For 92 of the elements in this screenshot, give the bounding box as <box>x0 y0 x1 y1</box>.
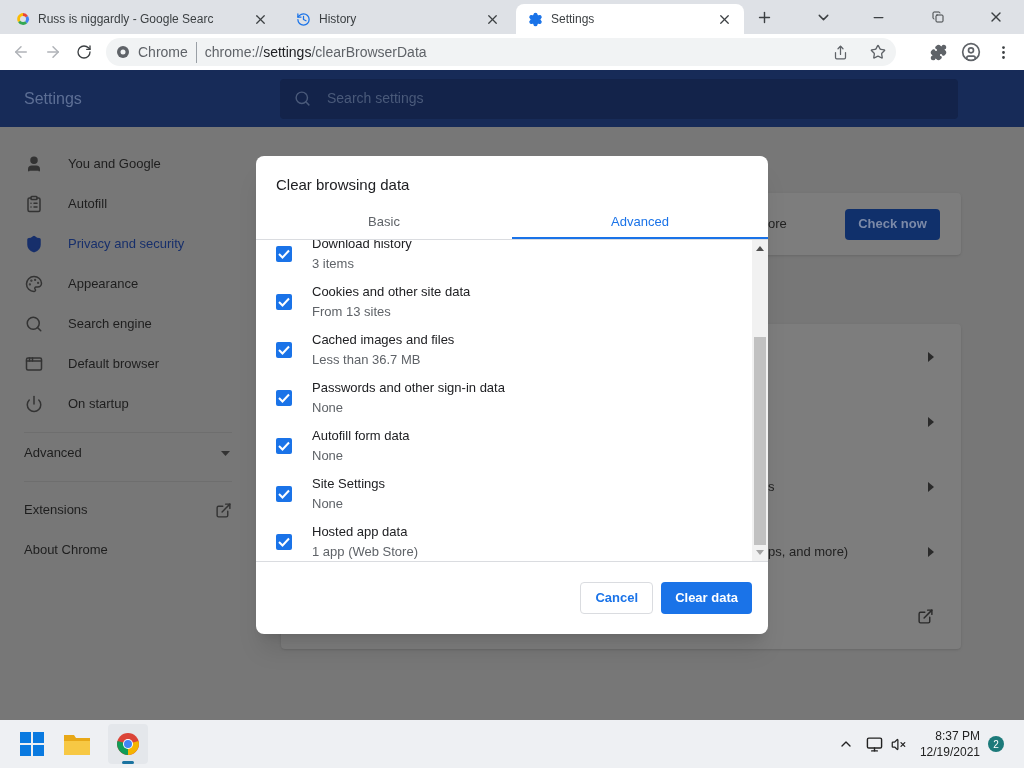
checkmark-icon <box>278 537 290 547</box>
search-icon <box>25 315 43 333</box>
active-app-indicator <box>122 761 134 764</box>
item-label: Cached images and files <box>312 331 455 349</box>
checkbox[interactable] <box>276 438 292 454</box>
person-icon <box>25 155 43 173</box>
sidebar-item[interactable]: Search engine <box>0 304 256 344</box>
volume-muted-icon[interactable] <box>890 736 906 752</box>
restore-icon[interactable] <box>932 11 944 23</box>
clipboard-icon <box>25 195 43 213</box>
checkmark-icon <box>278 297 290 307</box>
item-label: Site Settings <box>312 475 385 493</box>
caret-right-icon <box>928 351 934 362</box>
sidebar-item[interactable]: Autofill <box>0 184 256 224</box>
address-bar[interactable]: Chrome chrome://settings/clearBrowserData <box>106 38 896 66</box>
clock[interactable]: 8:37 PM 12/19/2021 <box>919 728 980 760</box>
item-detail: None <box>312 447 345 465</box>
caret-right-icon <box>928 481 934 492</box>
extensions-icon[interactable] <box>930 43 947 61</box>
item-label: Cookies and other site data <box>312 283 471 301</box>
caret-right-icon <box>928 546 934 557</box>
settings-title: Settings <box>23 88 83 109</box>
item-detail: 3 items <box>312 255 355 273</box>
chrome-icon[interactable] <box>116 732 140 756</box>
scrollbar[interactable] <box>752 240 768 561</box>
chrome-site-icon <box>116 45 130 59</box>
browser-tab[interactable]: Settings <box>516 4 744 34</box>
sidebar-item[interactable]: Privacy and security <box>0 224 256 264</box>
checkbox[interactable] <box>276 534 292 550</box>
item-label: Autofill form data <box>312 427 410 445</box>
shield-icon <box>25 235 43 253</box>
url-text: chrome://settings/clearBrowserData <box>204 42 427 62</box>
checkmark-icon <box>278 249 290 259</box>
dialog-tab[interactable]: Basic <box>256 206 512 239</box>
safety-check-text: ore <box>768 215 788 234</box>
checkmark-icon <box>278 393 290 403</box>
tab-title: History <box>319 11 358 28</box>
item-detail: None <box>312 495 345 513</box>
sidebar-item[interactable]: Appearance <box>0 264 256 304</box>
item-label: Hosted app data <box>312 523 409 541</box>
privacy-row-text: s <box>768 477 776 496</box>
item-detail: From 13 sites <box>312 303 392 321</box>
external-link-icon <box>215 501 232 519</box>
checkbox[interactable] <box>276 294 292 310</box>
privacy-row-text: ps, and more) <box>768 542 850 561</box>
checkmark-icon <box>278 441 290 451</box>
notification-count[interactable]: 2 <box>988 736 1004 752</box>
history-icon <box>296 11 311 27</box>
settings-icon <box>528 11 543 27</box>
sidebar-item[interactable]: Default browser <box>0 344 256 384</box>
advanced-toggle[interactable]: Advanced <box>0 433 256 473</box>
sidebar-item[interactable]: On startup <box>0 384 256 424</box>
checkbox[interactable] <box>276 390 292 406</box>
caret-icon <box>221 450 230 456</box>
windows-logo-icon[interactable] <box>20 732 44 756</box>
checkbox[interactable] <box>276 342 292 358</box>
site-label: Chrome <box>138 41 197 63</box>
clear-data-button[interactable]: Clear data <box>661 582 752 614</box>
item-detail: 1 app (Web Store) <box>312 543 418 561</box>
power-icon <box>25 395 43 413</box>
reload-icon[interactable] <box>76 44 92 60</box>
dialog-tab[interactable]: Advanced <box>512 206 768 239</box>
bookmark-star-icon[interactable] <box>870 44 886 60</box>
checkbox[interactable] <box>276 486 292 502</box>
item-label: Passwords and other sign-in data <box>312 379 505 397</box>
checkbox[interactable] <box>276 246 292 262</box>
cancel-button[interactable]: Cancel <box>580 582 654 614</box>
sidebar-link[interactable]: Extensions <box>0 490 256 530</box>
scroll-up-icon[interactable] <box>756 246 764 251</box>
network-icon[interactable] <box>865 735 883 753</box>
google-icon <box>16 12 30 26</box>
browser-window-icon <box>25 355 43 373</box>
sidebar-link[interactable]: About Chrome <box>0 530 256 570</box>
scroll-thumb[interactable] <box>754 337 766 545</box>
dialog-title: Clear browsing data <box>275 175 411 195</box>
item-detail: None <box>312 399 345 417</box>
caret-right-icon <box>928 416 934 427</box>
palette-icon <box>25 275 43 293</box>
new-tab-icon[interactable] <box>756 9 773 26</box>
tab-title: Russ is niggardly - Google Searc <box>38 11 215 28</box>
profile-icon[interactable] <box>961 42 981 62</box>
checkmark-icon <box>278 489 290 499</box>
check-now-button[interactable]: Check now <box>845 208 940 240</box>
share-icon[interactable] <box>833 44 848 60</box>
item-detail: Less than 36.7 MB <box>312 351 422 369</box>
date-text: 12/19/2021 <box>919 744 980 760</box>
search-icon <box>294 90 311 107</box>
checkmark-icon <box>278 345 290 355</box>
time-text: 8:37 PM <box>935 728 980 744</box>
tab-title: Settings <box>551 11 596 28</box>
sidebar-item[interactable]: You and Google <box>0 144 256 184</box>
external-link-icon[interactable] <box>917 608 934 625</box>
